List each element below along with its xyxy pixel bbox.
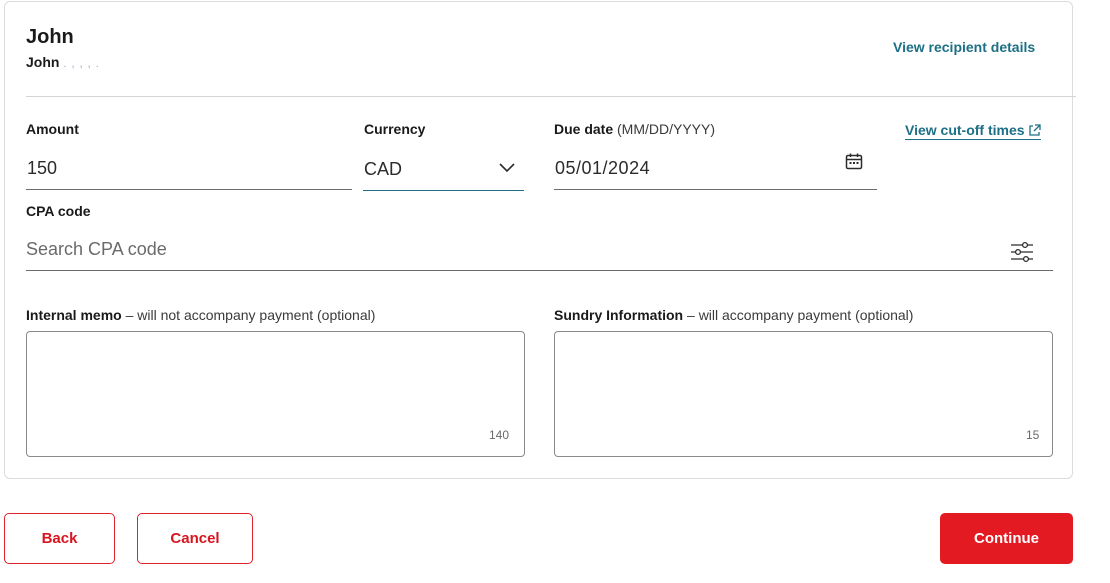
internal-memo-hint: – will not accompany payment (optional) bbox=[125, 307, 376, 323]
external-link-icon bbox=[1028, 124, 1041, 136]
internal-memo-label-text: Internal memo bbox=[26, 307, 122, 323]
currency-selected-value: CAD bbox=[364, 159, 403, 179]
internal-memo-textarea[interactable] bbox=[26, 331, 525, 457]
payment-details-card: John John . , , , . View recipient detai… bbox=[4, 1, 1076, 479]
view-recipient-details-link[interactable]: View recipient details bbox=[893, 39, 1035, 55]
continue-button[interactable]: Continue bbox=[940, 513, 1073, 564]
due-date-format-hint: (MM/DD/YYYY) bbox=[617, 121, 716, 137]
currency-select[interactable]: CAD bbox=[363, 148, 524, 191]
view-cutoff-times-label: View cut-off times bbox=[905, 122, 1025, 138]
due-date-input[interactable] bbox=[554, 148, 877, 190]
sundry-information-label-text: Sundry Information bbox=[554, 307, 684, 323]
back-button[interactable]: Back bbox=[4, 513, 115, 564]
cpa-code-search-input[interactable] bbox=[26, 228, 1053, 271]
currency-label: Currency bbox=[364, 121, 426, 137]
internal-memo-char-counter: 140 bbox=[489, 428, 510, 442]
recipient-name: John bbox=[26, 26, 74, 48]
filter-sliders-icon[interactable] bbox=[1010, 241, 1034, 268]
amount-label: Amount bbox=[26, 121, 79, 137]
recipient-sub-name: John bbox=[26, 54, 60, 70]
section-divider bbox=[26, 96, 1076, 97]
recipient-masked-details: . , , , . bbox=[63, 58, 100, 70]
recipient-subtitle: John . , , , . bbox=[26, 54, 100, 70]
view-cutoff-times-link[interactable]: View cut-off times bbox=[905, 122, 1041, 140]
amount-input[interactable] bbox=[26, 148, 352, 190]
due-date-label: Due date (MM/DD/YYYY) bbox=[554, 121, 715, 137]
sundry-information-hint: – will accompany payment (optional) bbox=[687, 307, 914, 323]
due-date-label-text: Due date bbox=[554, 121, 614, 137]
chevron-down-icon bbox=[498, 160, 516, 178]
cancel-button[interactable]: Cancel bbox=[137, 513, 253, 564]
cpa-code-label: CPA code bbox=[26, 203, 91, 219]
sundry-information-textarea[interactable] bbox=[554, 331, 1053, 457]
calendar-icon[interactable] bbox=[845, 153, 863, 175]
internal-memo-label: Internal memo – will not accompany payme… bbox=[26, 307, 375, 323]
sundry-information-label: Sundry Information – will accompany paym… bbox=[554, 307, 913, 323]
sundry-information-char-counter: 15 bbox=[1026, 428, 1040, 442]
